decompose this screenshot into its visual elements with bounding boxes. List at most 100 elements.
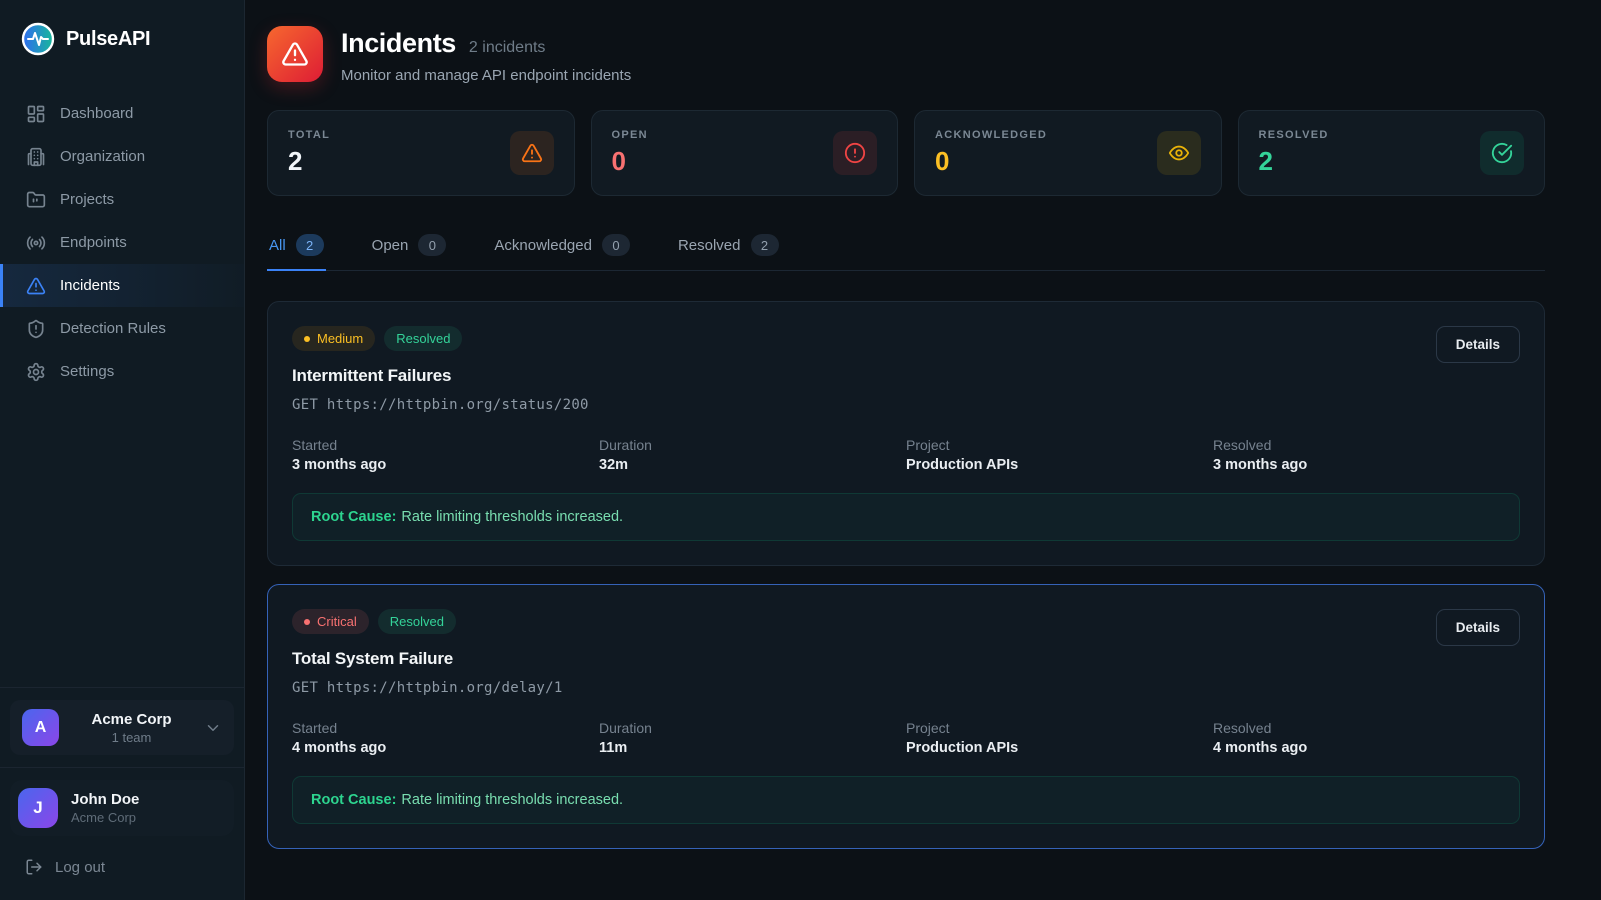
- endpoints-icon: [26, 233, 46, 253]
- page-header: Incidents 2 incidents Monitor and manage…: [267, 26, 1545, 84]
- filter-tabs: All 2 Open 0 Acknowledged 0 Resolved 2: [267, 232, 1545, 271]
- alert-circle-icon: [844, 142, 866, 164]
- stat-icon-box: [1157, 131, 1201, 175]
- meta-label: Project: [906, 720, 1213, 736]
- stat-value: 0: [935, 146, 1047, 177]
- main-content: Incidents 2 incidents Monitor and manage…: [245, 0, 1601, 900]
- stat-value: 0: [612, 146, 648, 177]
- check-circle-icon: [1491, 142, 1513, 164]
- sidebar-item-organization[interactable]: Organization: [0, 135, 244, 178]
- stat-icon-box: [510, 131, 554, 175]
- sidebar-nav: Dashboard Organization Projects Endpoint…: [0, 92, 244, 393]
- org-info: Acme Corp 1 team: [59, 711, 204, 745]
- dashboard-icon: [26, 104, 46, 124]
- meta-value: Production APIs: [906, 740, 1213, 756]
- meta-value: 3 months ago: [1213, 457, 1520, 473]
- stat-card-open: OPEN 0: [591, 110, 899, 196]
- severity-badge: Critical: [292, 609, 369, 634]
- tab-resolved[interactable]: Resolved 2: [676, 232, 781, 271]
- root-cause-text: Rate limiting thresholds increased.: [401, 792, 623, 808]
- sidebar-item-projects[interactable]: Projects: [0, 178, 244, 221]
- user-profile[interactable]: J John Doe Acme Corp: [10, 780, 234, 836]
- incident-meta: Started 3 months ago Duration 32m Projec…: [292, 437, 1520, 473]
- severity-label: Medium: [317, 331, 363, 346]
- user-name: John Doe: [71, 791, 139, 808]
- divider: [0, 767, 244, 768]
- projects-icon: [26, 190, 46, 210]
- tab-count-badge: 0: [418, 234, 446, 256]
- root-cause-text: Rate limiting thresholds increased.: [401, 509, 623, 525]
- sidebar-item-label: Detection Rules: [60, 320, 166, 337]
- tab-label: Resolved: [678, 237, 741, 254]
- meta-label: Duration: [599, 437, 906, 453]
- meta-label: Resolved: [1213, 720, 1520, 736]
- tab-count-badge: 2: [751, 234, 779, 256]
- meta-label: Resolved: [1213, 437, 1520, 453]
- incident-title: Total System Failure: [292, 649, 1520, 669]
- org-selector[interactable]: A Acme Corp 1 team: [10, 700, 234, 755]
- incident-card: Medium Resolved Details Intermittent Fai…: [267, 301, 1545, 566]
- sidebar-item-label: Settings: [60, 363, 114, 380]
- incident-endpoint: GET https://httpbin.org/delay/1: [292, 680, 1520, 696]
- severity-dot-icon: [304, 336, 310, 342]
- stat-icon-box: [833, 131, 877, 175]
- org-team-count: 1 team: [59, 730, 204, 745]
- warning-triangle-icon: [281, 40, 309, 68]
- sidebar-item-label: Organization: [60, 148, 145, 165]
- meta-value: Production APIs: [906, 457, 1213, 473]
- app-logo: PulseAPI: [0, 22, 244, 56]
- tab-label: Open: [372, 237, 409, 254]
- page-header-text: Incidents 2 incidents Monitor and manage…: [341, 26, 631, 84]
- sidebar-bottom: A Acme Corp 1 team J John Doe Acme Corp …: [0, 687, 244, 900]
- logout-icon: [25, 858, 43, 876]
- meta-label: Project: [906, 437, 1213, 453]
- meta-started: Started 3 months ago: [292, 437, 599, 473]
- incidents-icon: [26, 276, 46, 296]
- meta-value: 4 months ago: [1213, 740, 1520, 756]
- details-button[interactable]: Details: [1436, 326, 1520, 363]
- org-avatar: A: [22, 709, 59, 746]
- tab-all[interactable]: All 2: [267, 232, 326, 271]
- tab-acknowledged[interactable]: Acknowledged 0: [492, 232, 632, 271]
- root-cause-box: Root Cause: Rate limiting thresholds incr…: [292, 776, 1520, 824]
- warning-triangle-icon: [521, 142, 543, 164]
- tab-label: All: [269, 237, 286, 254]
- meta-label: Duration: [599, 720, 906, 736]
- stat-value: 2: [1259, 146, 1329, 177]
- stats-row: TOTAL 2 OPEN 0 ACKNOWLEDGED 0: [267, 110, 1545, 196]
- incident-title: Intermittent Failures: [292, 366, 1520, 386]
- details-button[interactable]: Details: [1436, 609, 1520, 646]
- sidebar-item-dashboard[interactable]: Dashboard: [0, 92, 244, 135]
- stat-value: 2: [288, 146, 330, 177]
- sidebar-item-detection-rules[interactable]: Detection Rules: [0, 307, 244, 350]
- status-badge: Resolved: [384, 326, 462, 351]
- logout-button[interactable]: Log out: [0, 848, 244, 900]
- stat-card-resolved: RESOLVED 2: [1238, 110, 1546, 196]
- root-cause-box: Root Cause:Rate limiting thresholds incr…: [292, 493, 1520, 541]
- meta-duration: Duration 11m: [599, 720, 906, 756]
- settings-icon: [26, 362, 46, 382]
- stat-icon-box: [1480, 131, 1524, 175]
- page-title: Incidents: [341, 28, 456, 59]
- sidebar-item-label: Projects: [60, 191, 114, 208]
- status-badge: Resolved: [378, 609, 456, 634]
- eye-icon: [1168, 142, 1190, 164]
- sidebar-item-endpoints[interactable]: Endpoints: [0, 221, 244, 264]
- sidebar-item-settings[interactable]: Settings: [0, 350, 244, 393]
- tab-open[interactable]: Open 0: [370, 232, 449, 271]
- stat-label: ACKNOWLEDGED: [935, 129, 1047, 141]
- app-title: PulseAPI: [66, 28, 150, 51]
- incident-meta: Started 4 months ago Duration 11m Projec…: [292, 720, 1520, 756]
- incident-count: 2 incidents: [469, 39, 546, 57]
- sidebar-item-incidents[interactable]: Incidents: [0, 264, 244, 307]
- stat-text: ACKNOWLEDGED 0: [935, 129, 1047, 177]
- meta-project: Project Production APIs: [906, 437, 1213, 473]
- meta-label: Started: [292, 437, 599, 453]
- tab-count-badge: 2: [296, 234, 324, 256]
- stat-label: TOTAL: [288, 129, 330, 141]
- pulse-logo-icon: [21, 22, 55, 56]
- root-cause-label: Root Cause:: [311, 792, 396, 808]
- stat-text: RESOLVED 2: [1259, 129, 1329, 177]
- stat-card-acknowledged: ACKNOWLEDGED 0: [914, 110, 1222, 196]
- user-info: John Doe Acme Corp: [71, 791, 139, 825]
